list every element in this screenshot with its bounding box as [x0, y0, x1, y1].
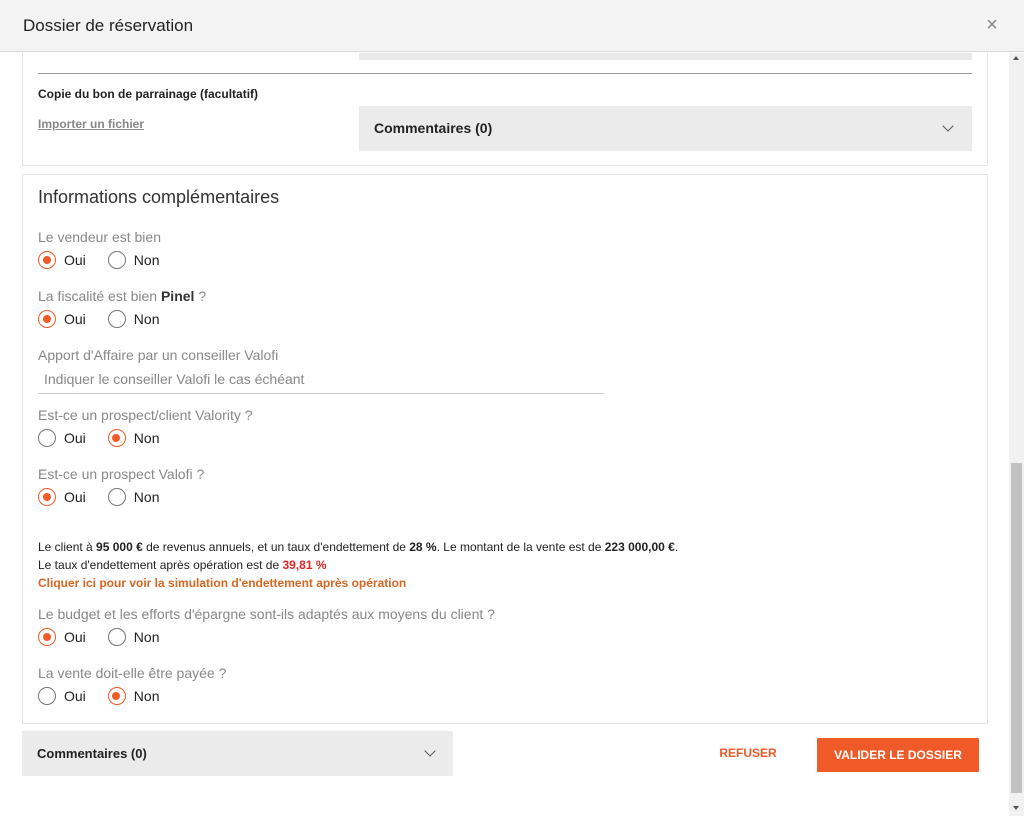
question-budget: Le budget et les efforts d'épargne sont-… [38, 606, 495, 622]
scroll-thumb[interactable] [1011, 463, 1022, 793]
radio-group-valority: Oui Non [38, 428, 181, 448]
label-text: La fiscalité est bien [38, 288, 161, 304]
radio-fiscalite-non[interactable]: Non [107, 310, 160, 328]
question-valority: Est-ce un prospect/client Valority ? [38, 407, 253, 423]
radio-valority-oui[interactable]: Oui [38, 429, 86, 447]
radio-checked-icon [107, 687, 126, 705]
radio-group-fiscalite: Oui Non [38, 309, 181, 329]
radio-label: Non [133, 430, 160, 446]
radio-budget-non[interactable]: Non [107, 628, 160, 646]
summary-text: de revenus annuels, et un taux d'endette… [142, 540, 410, 554]
radio-label: Oui [64, 688, 86, 704]
radio-unchecked-icon [107, 251, 126, 269]
radio-label: Non [133, 489, 160, 505]
radio-checked-icon [38, 310, 56, 328]
question-vendeur: Le vendeur est bien [38, 229, 161, 245]
radio-vendeur-oui[interactable]: Oui [38, 251, 86, 269]
taux-apres-value: 39,81 % [282, 558, 327, 572]
label-text: ? [194, 288, 207, 304]
import-file-link[interactable]: Importer un fichier [38, 117, 144, 131]
question-payee: La vente doit-elle être payée ? [38, 665, 227, 681]
summary-text: Le client à [38, 540, 97, 554]
refuse-button[interactable]: REFUSER [708, 738, 788, 768]
summary-line-1: Le client à 95 000 € de revenus annuels,… [38, 540, 678, 554]
radio-group-vendeur: Oui Non [38, 250, 181, 270]
radio-checked-icon [38, 251, 56, 269]
taux-value: 28 % [409, 540, 437, 554]
radio-budget-oui[interactable]: Oui [38, 628, 86, 646]
radio-payee-non[interactable]: Non [107, 687, 160, 705]
radio-unchecked-icon [38, 429, 56, 447]
radio-label: Non [133, 311, 160, 327]
radio-fiscalite-oui[interactable]: Oui [38, 310, 86, 328]
parrainage-label: Copie du bon de parrainage (facultatif) [38, 87, 259, 101]
footer-comments-toggle[interactable]: Commentaires (0) [22, 731, 453, 776]
radio-vendeur-non[interactable]: Non [107, 251, 160, 269]
validate-button[interactable]: VALIDER LE DOSSIER [817, 738, 979, 772]
radio-label: Oui [64, 489, 86, 505]
comments-label: Commentaires (0) [37, 746, 147, 761]
label-bold: Pinel [160, 288, 195, 304]
radio-checked-icon [38, 488, 56, 506]
chevron-down-icon [942, 120, 954, 132]
radio-label: Oui [64, 430, 86, 446]
chevron-down-icon [424, 745, 436, 757]
radio-unchecked-icon [107, 310, 126, 328]
summary-text: . Le montant de la vente est de [436, 540, 605, 554]
comments-label: Commentaires (0) [374, 120, 493, 136]
info-card: Informations complémentaires Le vendeur … [22, 174, 988, 724]
radio-unchecked-icon [107, 488, 126, 506]
scroll-up-icon[interactable] [1013, 56, 1019, 60]
modal-title: Dossier de réservation [23, 16, 194, 35]
upload-comments-toggle[interactable]: Commentaires (0) [359, 106, 972, 151]
radio-group-budget: Oui Non [38, 627, 181, 647]
close-icon[interactable]: × [982, 14, 1002, 36]
scrollbar[interactable] [1009, 53, 1024, 816]
radio-label: Oui [64, 252, 86, 268]
conseiller-input[interactable] [38, 364, 604, 394]
summary-line-2: Le taux d'endettement après opération es… [38, 558, 327, 572]
radio-group-payee: Oui Non [38, 686, 181, 706]
radio-label: Oui [64, 311, 86, 327]
radio-unchecked-icon [107, 628, 126, 646]
upload-card: Copie du bon de parrainage (facultatif) … [22, 53, 988, 166]
radio-label: Non [133, 688, 160, 704]
divider [38, 73, 972, 74]
scroll-down-icon[interactable] [1013, 806, 1019, 810]
radio-label: Non [133, 629, 160, 645]
radio-label: Oui [64, 629, 86, 645]
question-valofi: Est-ce un prospect Valofi ? [38, 466, 205, 482]
radio-payee-oui[interactable]: Oui [38, 687, 86, 705]
summary-text: Le taux d'endettement après opération es… [38, 558, 283, 572]
radio-valofi-oui[interactable]: Oui [38, 488, 86, 506]
simulation-link[interactable]: Cliquer ici pour voir la simulation d'en… [38, 576, 406, 590]
modal-body[interactable]: Copie du bon de parrainage (facultatif) … [0, 53, 1009, 813]
revenus-value: 95 000 € [96, 540, 143, 554]
modal-header: Dossier de réservation × [0, 0, 1024, 52]
apport-label: Apport d'Affaire par un conseiller Valof… [38, 347, 279, 363]
summary-text: . [674, 540, 679, 554]
montant-value: 223 000,00 € [604, 540, 675, 554]
radio-valority-non[interactable]: Non [107, 429, 160, 447]
radio-checked-icon [38, 628, 56, 646]
question-fiscalite: La fiscalité est bien Pinel ? [38, 288, 206, 304]
radio-valofi-non[interactable]: Non [107, 488, 160, 506]
radio-checked-icon [107, 429, 126, 447]
radio-label: Non [133, 252, 160, 268]
radio-unchecked-icon [38, 687, 56, 705]
section-title: Informations complémentaires [38, 187, 280, 207]
radio-group-valofi: Oui Non [38, 487, 181, 507]
previous-comments-box [359, 53, 972, 60]
